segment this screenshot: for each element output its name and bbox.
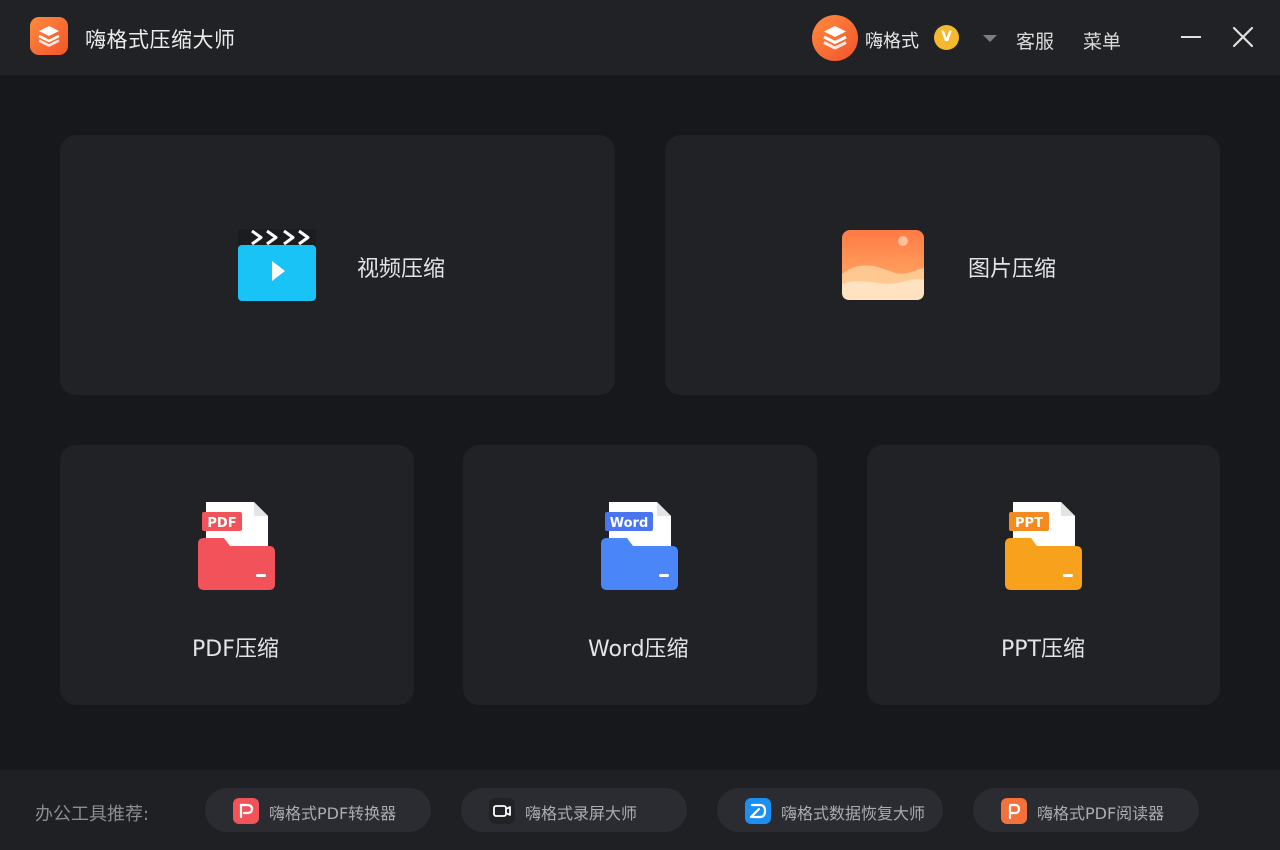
video-clapper-icon [238,229,316,301]
vip-badge-icon: V [934,25,959,50]
pdf-reader-button[interactable]: 嗨格式PDF阅读器 [973,788,1199,832]
app-logo-icon [30,17,68,55]
data-recovery-icon [745,798,771,824]
word-file-icon: Word [601,502,678,590]
menu-link[interactable]: 菜单 [1083,27,1121,54]
pdf-reader-icon [1001,798,1027,824]
pdf-reader-label: 嗨格式PDF阅读器 [1037,804,1165,823]
ppt-compress-label: PPT压缩 [1001,637,1085,662]
pdf-converter-icon [233,798,259,824]
image-compress-card[interactable]: 图片压缩 [665,135,1220,395]
username[interactable]: 嗨格式 [865,27,919,53]
minimize-icon[interactable] [1181,36,1201,38]
close-icon[interactable] [1232,26,1254,48]
support-link[interactable]: 客服 [1016,27,1054,54]
pdf-file-icon: PDF [198,502,275,590]
svg-text:PPT: PPT [1015,516,1043,531]
screen-recorder-button[interactable]: 嗨格式录屏大师 [461,788,687,832]
ppt-compress-card[interactable]: PPT PPT压缩 [867,445,1220,705]
screen-recorder-icon [489,798,515,824]
video-compress-card[interactable]: 视频压缩 [60,135,615,395]
user-avatar[interactable] [812,15,858,61]
word-compress-card[interactable]: Word Word压缩 [463,445,817,705]
pdf-converter-label: 嗨格式PDF转换器 [269,804,397,823]
image-compress-label: 图片压缩 [968,257,1057,282]
pdf-compress-label: PDF压缩 [192,637,279,662]
chevron-down-icon[interactable] [983,35,997,42]
ppt-file-icon: PPT [1005,502,1082,590]
recommend-label: 办公工具推荐: [35,804,150,825]
recommend-bar: 办公工具推荐: 嗨格式PDF转换器 嗨格式录屏大师 嗨格式数据恢复大师 嗨格式P… [0,770,1280,850]
video-compress-label: 视频压缩 [357,257,446,282]
image-landscape-icon [842,230,924,300]
word-compress-label: Word压缩 [588,637,689,662]
svg-text:PDF: PDF [207,516,236,531]
data-recovery-button[interactable]: 嗨格式数据恢复大师 [717,788,943,832]
pdf-compress-card[interactable]: PDF PDF压缩 [60,445,414,705]
svg-text:Word: Word [610,516,649,531]
pdf-converter-button[interactable]: 嗨格式PDF转换器 [205,788,431,832]
screen-recorder-label: 嗨格式录屏大师 [525,804,638,823]
title-bar: 嗨格式压缩大师 嗨格式 V 客服 菜单 [0,0,1280,75]
data-recovery-label: 嗨格式数据恢复大师 [781,804,926,823]
app-title: 嗨格式压缩大师 [85,28,236,52]
